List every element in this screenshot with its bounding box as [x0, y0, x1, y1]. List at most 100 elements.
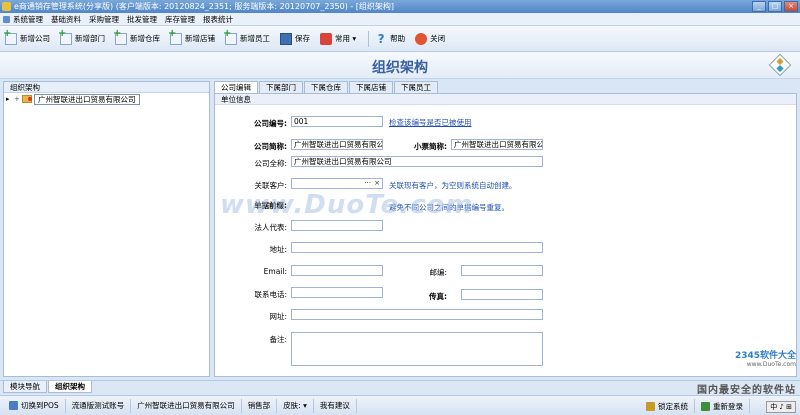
- menu-inventory[interactable]: 库存管理: [165, 14, 195, 25]
- website-input[interactable]: [291, 309, 543, 320]
- email-input[interactable]: [291, 265, 383, 276]
- add-employee-icon: [223, 28, 237, 45]
- browse-icon[interactable]: ···: [364, 179, 371, 188]
- add-warehouse-button[interactable]: 新增仓库: [113, 28, 162, 49]
- legal-rep-input[interactable]: [291, 220, 383, 231]
- save-button[interactable]: 保存: [278, 29, 312, 49]
- website-label: 网址:: [269, 312, 287, 321]
- group-title: 单位信息: [215, 94, 796, 105]
- company-code-input[interactable]: 001: [291, 116, 383, 127]
- lock-system-button[interactable]: 锁定系统: [640, 399, 695, 413]
- window-controls: _ □ ×: [752, 1, 798, 12]
- add-store-icon: [168, 28, 182, 45]
- related-customer-input[interactable]: ··· ×: [291, 178, 383, 189]
- phone-label: 联系电话:: [254, 290, 287, 299]
- remarks-label: 备注:: [269, 335, 287, 344]
- site-badge: 2345软件大全 www.DuoTe.com: [735, 348, 796, 368]
- help-icon: ?: [377, 31, 385, 46]
- tab-stores[interactable]: 下属店铺: [349, 81, 393, 93]
- toolbar: 新增公司 新增部门 新增仓库 新增店铺 新增员工 保存 常用 ▾ ?帮助 关闭: [0, 26, 800, 52]
- phone-input[interactable]: [291, 287, 383, 298]
- row-pointer-icon: ▸: [6, 95, 10, 103]
- add-store-button[interactable]: 新增店铺: [168, 28, 217, 49]
- tree-header: 组织架构: [4, 82, 209, 93]
- minimize-button[interactable]: _: [752, 1, 766, 12]
- statusbar-right: 锁定系统 重新登录: [640, 399, 750, 413]
- tab-warehouses[interactable]: 下属仓库: [304, 81, 348, 93]
- statusbar: 切换到POS 流通版测试账号 广州智联进出口贸易有限公司 销售部 皮肤: ▾ 我…: [0, 395, 800, 415]
- module-tabs: 模块导航 组织架构: [0, 380, 800, 393]
- menu-system[interactable]: 系统管理: [3, 14, 43, 25]
- dropdown-arrow-icon: ▾: [350, 34, 357, 43]
- clear-icon[interactable]: ×: [374, 179, 380, 188]
- menu-wholesale[interactable]: 批发管理: [127, 14, 157, 25]
- tab-org-structure[interactable]: 组织架构: [48, 381, 92, 393]
- close-button[interactable]: 关闭: [413, 29, 447, 49]
- company-folder-icon: [22, 95, 32, 103]
- window-title: e商通销存管理系统(分享版) (客户端版本: 20120824_2351; 服务…: [14, 2, 395, 11]
- add-company-button[interactable]: 新增公司: [3, 28, 52, 49]
- tree-node-company[interactable]: ▸ + 广州智联进出口贸易有限公司: [4, 93, 209, 105]
- help-button[interactable]: ? 帮助: [373, 29, 407, 49]
- dept-status: 销售部: [242, 398, 278, 413]
- tab-module-nav[interactable]: 模块导航: [3, 381, 47, 393]
- skin-selector[interactable]: 皮肤: ▾: [277, 398, 314, 413]
- lock-icon: [646, 401, 655, 411]
- fax-input[interactable]: [461, 289, 543, 300]
- add-employee-button[interactable]: 新增员工: [223, 28, 272, 49]
- system-menu-icon: [3, 15, 10, 23]
- org-tree-panel: 组织架构 ▸ + 广州智联进出口贸易有限公司: [3, 81, 210, 377]
- menu-purchase[interactable]: 采购管理: [89, 14, 119, 25]
- app-icon: [2, 2, 11, 11]
- legal-rep-label: 法人代表:: [254, 223, 287, 232]
- switch-pos-button[interactable]: 切换到POS: [3, 398, 66, 413]
- site-slogan: 国内最安全的软件站: [697, 385, 796, 396]
- address-input[interactable]: [291, 242, 543, 253]
- save-icon: [280, 32, 292, 45]
- tab-employees[interactable]: 下属员工: [394, 81, 438, 93]
- relogin-icon: [701, 401, 710, 411]
- page-header: 组织架构: [0, 52, 800, 79]
- toolbar-separator: [368, 30, 370, 47]
- common-dropdown-button[interactable]: 常用 ▾: [318, 29, 358, 49]
- postcode-input[interactable]: [461, 265, 543, 276]
- add-warehouse-icon: [113, 28, 127, 45]
- detail-tabs: 公司编辑 下属部门 下属仓库 下属店铺 下属员工: [214, 81, 797, 93]
- account-status: 流通版测试账号: [66, 398, 132, 413]
- maximize-button[interactable]: □: [768, 1, 782, 12]
- company-form: 单位信息 公司编号: 001 检查该编号是否已被使用 公司简称: 广州智联进出口…: [214, 93, 797, 377]
- remarks-textarea[interactable]: [291, 332, 543, 366]
- skin-dropdown-icon: ▾: [300, 401, 307, 410]
- short-name-label: 公司简称:: [254, 142, 287, 151]
- company-code-label: 公司编号:: [254, 119, 287, 128]
- feedback-link[interactable]: 我有建议: [314, 398, 357, 413]
- add-department-icon: [58, 28, 72, 45]
- tab-departments[interactable]: 下属部门: [259, 81, 303, 93]
- detail-panel: 公司编辑 下属部门 下属仓库 下属店铺 下属员工 单位信息 公司编号: 001 …: [214, 81, 797, 377]
- fax-label: 传真:: [429, 292, 447, 301]
- close-window-button[interactable]: ×: [784, 1, 798, 12]
- add-company-icon: [3, 28, 17, 45]
- short-name-input[interactable]: 广州智联进出口贸易有限公司: [291, 139, 383, 150]
- menu-reports[interactable]: 报表统计: [203, 14, 233, 25]
- full-name-label: 公司全称:: [254, 159, 287, 168]
- close-icon: [415, 32, 428, 45]
- ticket-name-label: 小票简称:: [414, 142, 447, 151]
- switch-icon: [9, 401, 18, 410]
- full-name-input[interactable]: 广州智联进出口贸易有限公司: [291, 156, 543, 167]
- postcode-label: 邮编:: [429, 268, 447, 277]
- common-icon: [320, 32, 332, 45]
- watermark: www.DuoTe.com: [220, 190, 474, 220]
- page-title: 组织架构: [372, 60, 428, 76]
- company-status: 广州智联进出口贸易有限公司: [131, 398, 242, 413]
- address-label: 地址:: [269, 245, 287, 254]
- expand-icon[interactable]: +: [14, 95, 22, 103]
- window-titlebar: e商通销存管理系统(分享版) (客户端版本: 20120824_2351; 服务…: [0, 0, 800, 13]
- relogin-button[interactable]: 重新登录: [695, 399, 750, 413]
- check-code-link[interactable]: 检查该编号是否已被使用: [389, 117, 472, 128]
- menu-basic-data[interactable]: 基础资料: [51, 14, 81, 25]
- tab-company-edit[interactable]: 公司编辑: [214, 81, 258, 93]
- ticket-name-input[interactable]: 广州智联进出口贸易有限公司: [451, 139, 543, 150]
- add-department-button[interactable]: 新增部门: [58, 28, 107, 49]
- ime-indicator[interactable]: 中 ♪ ⊞: [766, 401, 796, 413]
